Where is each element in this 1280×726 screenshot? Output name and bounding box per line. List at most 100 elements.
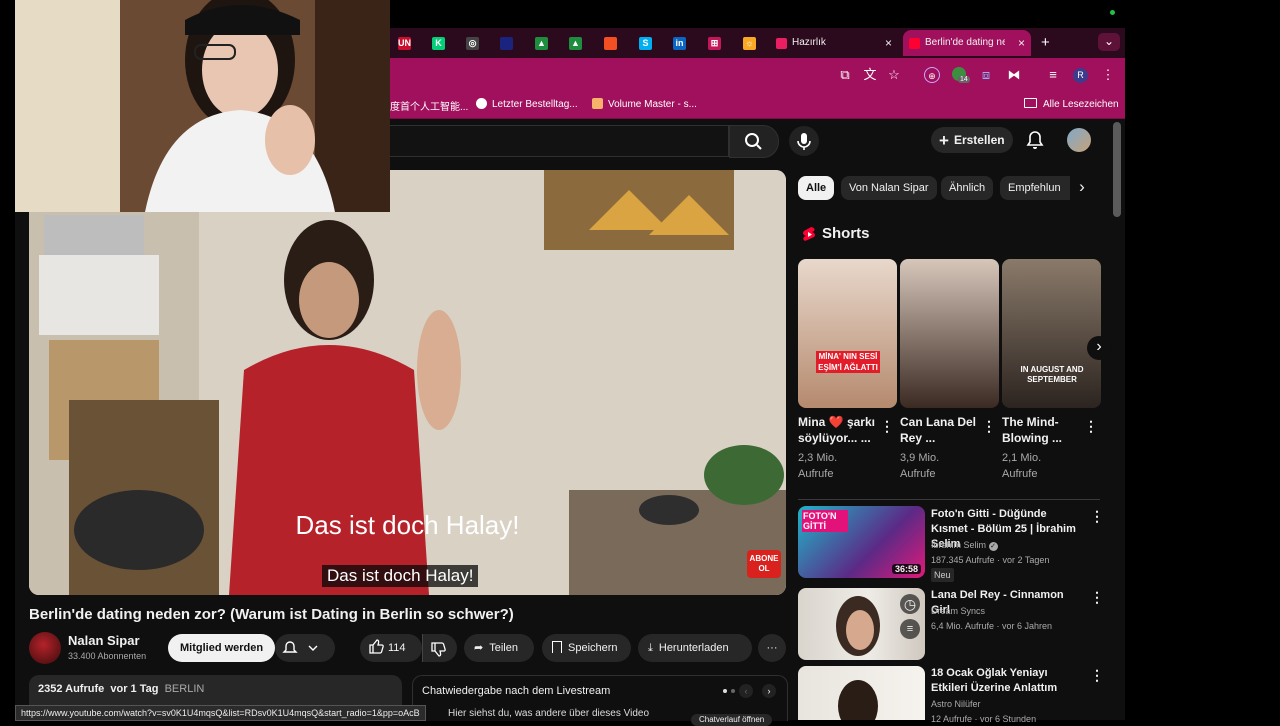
extension-icon[interactable]: ⊕ xyxy=(924,67,940,83)
chevron-right-icon[interactable]: › xyxy=(1070,176,1094,200)
carousel-dot xyxy=(723,689,727,693)
share-button[interactable]: ➦ Teilen xyxy=(464,634,534,662)
new-tab-button[interactable]: + xyxy=(1041,34,1050,51)
all-bookmarks-button[interactable]: Alle Lesezeichen xyxy=(1024,98,1119,110)
tab-search-button[interactable]: ⌄ xyxy=(1098,33,1120,51)
location-tag[interactable]: BERLIN xyxy=(165,683,205,695)
notifications-button[interactable] xyxy=(1026,130,1044,155)
tab-active-berlin[interactable]: Berlin'de dating ne × xyxy=(903,30,1031,56)
dislike-button[interactable] xyxy=(422,634,457,662)
chevron-right-icon[interactable]: › xyxy=(762,684,776,698)
drive-icon[interactable]: ▲ xyxy=(535,37,548,50)
download-button[interactable]: ⤓ Herunterladen xyxy=(638,634,752,662)
more-icon[interactable]: ⋮ xyxy=(880,418,894,435)
search-button[interactable] xyxy=(729,125,779,158)
rec-channel[interactable]: Dream Syncs xyxy=(931,604,985,618)
verified-icon: ✓ xyxy=(988,542,998,551)
translate-extension-icon[interactable]: ⧈ xyxy=(978,67,994,83)
weather-icon[interactable]: ☼ xyxy=(743,37,756,50)
bookmark-item[interactable]: Letzter Bestelltag... xyxy=(476,98,578,110)
video-thumbnail[interactable]: FOTO'N GİTTİ 36:58 xyxy=(798,506,925,578)
rec-channel[interactable]: İbrahim Selim ✓ xyxy=(931,538,998,552)
short-title[interactable]: Mina ❤️ şarkı söylüyor... ... xyxy=(798,414,878,446)
linkedin-icon[interactable]: in xyxy=(673,37,686,50)
plus-icon: + xyxy=(939,131,949,150)
short-title[interactable]: Can Lana Del Rey ... xyxy=(900,414,980,446)
more-actions-button[interactable]: ··· xyxy=(758,634,786,662)
chip-from-channel[interactable]: Von Nalan Sipar xyxy=(841,176,937,200)
volume-icon xyxy=(592,98,603,109)
like-button[interactable]: 114 xyxy=(360,634,422,662)
short-thumbnail[interactable] xyxy=(900,259,999,408)
carousel-dot xyxy=(731,689,735,693)
voice-search-button[interactable] xyxy=(789,126,819,156)
chip-recommended[interactable]: Empfehlun xyxy=(1000,176,1074,200)
tab-label: Berlin'de dating ne xyxy=(925,37,1005,48)
add-to-queue-icon[interactable]: ≡ xyxy=(900,619,920,639)
rec-title[interactable]: 18 Ocak Oğlak Yeniayı Etkileri Üzerine A… xyxy=(931,666,1081,696)
more-icon[interactable]: ⋮ xyxy=(1090,667,1104,684)
more-icon[interactable]: ⋮ xyxy=(982,418,996,435)
save-button[interactable]: Speichern xyxy=(542,634,631,662)
skype-icon[interactable]: S xyxy=(639,37,652,50)
grid-icon[interactable]: ⊞ xyxy=(708,37,721,50)
chip-related[interactable]: Ähnlich xyxy=(941,176,994,200)
star-icon[interactable]: ☆ xyxy=(886,67,902,83)
short-thumbnail[interactable]: MİNA' NIN SESİ EŞİM'İ AĞLATTI xyxy=(798,259,897,408)
install-app-icon[interactable]: ⧉ xyxy=(837,67,853,83)
thumbs-up-icon xyxy=(368,634,388,662)
subscription-bell-button[interactable] xyxy=(275,634,335,662)
profile-avatar[interactable]: R xyxy=(1073,68,1088,83)
rec-channel[interactable]: Astro Nilüfer xyxy=(931,697,981,711)
page-scrollbar[interactable] xyxy=(1113,122,1121,217)
bookmark-item[interactable]: Volume Master - s... xyxy=(592,98,697,110)
media-control-icon[interactable]: ≡ xyxy=(1045,67,1061,83)
microsoft-icon[interactable] xyxy=(604,37,617,50)
tab-label: Hazırlık xyxy=(792,37,826,48)
kebab-menu-icon[interactable]: ⋮ xyxy=(1100,67,1116,83)
short-title[interactable]: The Mind-Blowing ... xyxy=(1002,414,1082,446)
bell-icon xyxy=(1026,131,1044,149)
puzzle-icon[interactable]: ⧓ xyxy=(1006,67,1022,83)
search-icon xyxy=(745,133,762,150)
more-icon[interactable]: ⋮ xyxy=(1084,418,1098,435)
close-tab-icon[interactable]: × xyxy=(885,32,892,54)
chevron-right-icon[interactable]: › xyxy=(1087,336,1111,360)
join-button[interactable]: Mitglied werden xyxy=(168,634,276,662)
kickstarter-icon[interactable]: K xyxy=(432,37,445,50)
chevron-left-icon[interactable]: ‹ xyxy=(739,684,753,698)
openai-icon[interactable]: ◎ xyxy=(466,37,479,50)
folder-icon xyxy=(1024,98,1037,108)
channel-avatar[interactable] xyxy=(29,632,61,664)
close-tab-icon[interactable]: × xyxy=(1018,30,1025,56)
short-thumbnail[interactable]: IN AUGUST AND SEPTEMBER xyxy=(1002,259,1101,408)
channel-name[interactable]: Nalan Sipar xyxy=(68,633,140,648)
bell-icon xyxy=(282,641,318,653)
chat-replay-panel: Chatwiedergabe nach dem Livestream ‹ › H… xyxy=(412,675,788,726)
translate-icon[interactable]: 文 xyxy=(862,67,878,83)
globe-icon xyxy=(476,98,487,109)
chat-replay-title: Chatwiedergabe nach dem Livestream xyxy=(422,685,611,697)
create-label: Erstellen xyxy=(953,133,1005,147)
account-avatar[interactable] xyxy=(1067,128,1091,152)
flag-icon[interactable] xyxy=(500,37,513,50)
chip-all[interactable]: Alle xyxy=(798,176,835,200)
open-chat-button[interactable]: Chatverlauf öffnen xyxy=(691,714,773,726)
subscribe-watermark[interactable]: ABONE OL xyxy=(747,550,781,578)
bookmark-icon xyxy=(552,641,562,653)
watch-later-icon[interactable]: ◷ xyxy=(900,594,920,614)
more-icon[interactable]: ⋮ xyxy=(1090,589,1104,606)
bookmark-item[interactable]: 度首个人工智能... xyxy=(390,98,468,113)
search-input[interactable] xyxy=(390,125,729,157)
video-thumbnail[interactable]: ◷ ≡ xyxy=(798,588,925,660)
share-label: Teilen xyxy=(489,642,518,654)
video-thumbnail[interactable] xyxy=(798,666,925,720)
tab-hazirlik[interactable]: Hazırlık × xyxy=(770,32,898,54)
create-button[interactable]: + Erstellen xyxy=(931,127,1013,153)
bookmark-label: Letzter Bestelltag... xyxy=(492,99,578,110)
webcam-feed xyxy=(15,0,390,212)
video-player[interactable]: Das ist doch Halay! Das ist doch Halay! … xyxy=(29,170,786,595)
unk-icon[interactable]: UN xyxy=(398,37,411,50)
drive-icon[interactable]: ▲ xyxy=(569,37,582,50)
more-icon[interactable]: ⋮ xyxy=(1090,508,1104,525)
